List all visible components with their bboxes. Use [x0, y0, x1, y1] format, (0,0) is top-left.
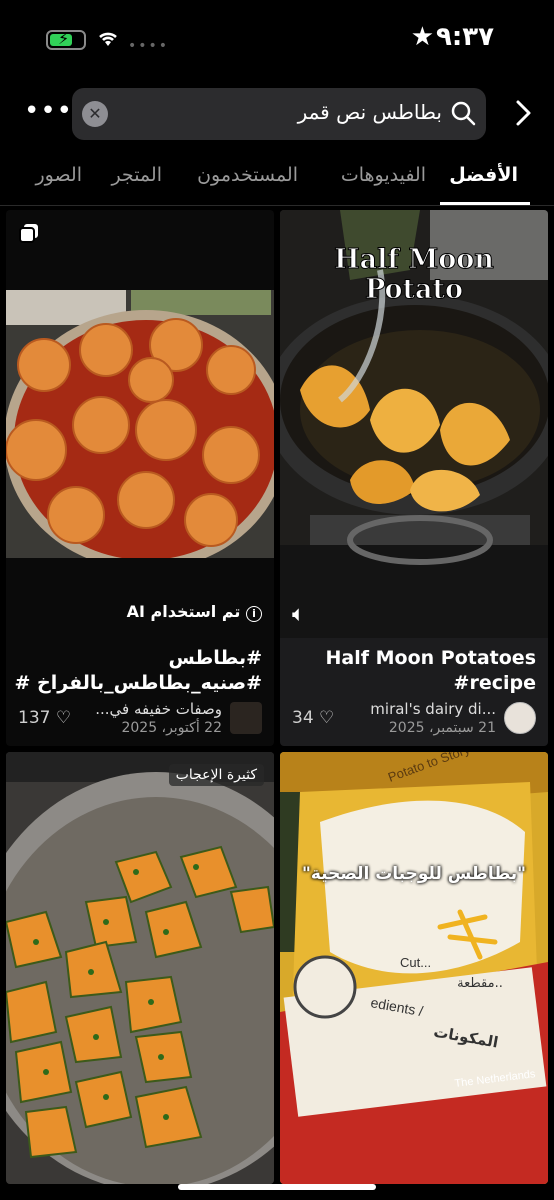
- thumbnail-title-line2: Potato: [365, 274, 463, 305]
- info-icon: i: [246, 606, 262, 622]
- post-date: 21 سبتمبر، 2025: [388, 720, 496, 736]
- tab-photos[interactable]: الصور: [35, 164, 82, 186]
- more-options-button[interactable]: •••: [24, 96, 73, 126]
- card-title-line2: #recipe: [453, 672, 536, 694]
- like-count[interactable]: 34 ♡: [292, 708, 334, 728]
- carousel-icon: [19, 224, 38, 243]
- signal-icon: ••••: [128, 38, 170, 54]
- author-name[interactable]: miral's dairy di...: [360, 700, 496, 718]
- tab-top[interactable]: الأفضل: [449, 164, 518, 186]
- card-title-line1: Half Moon Potatoes: [325, 647, 536, 669]
- post-date: 22 أكتوبر، 2025: [121, 720, 222, 736]
- video-card[interactable]: Potato to Story Cut... مقطعة.. edients /…: [280, 752, 548, 1184]
- like-count[interactable]: 137 ♡: [18, 708, 71, 728]
- author-name[interactable]: وصفات خفيفه في...: [86, 700, 222, 718]
- wifi-icon: [96, 28, 120, 53]
- video-thumbnail: [6, 752, 274, 1184]
- video-thumbnail: Half Moon Potato: [280, 210, 548, 638]
- search-tabs: الأفضل الفيديوهات المستخدمون المتجر الصو…: [0, 160, 554, 206]
- chevron-right-icon[interactable]: [510, 96, 536, 130]
- video-thumbnail: Potato to Story Cut... مقطعة.. edients /…: [280, 752, 548, 1184]
- video-card[interactable]: Half Moon Potato 🔈︎ Half Moon Potatoes #…: [280, 210, 548, 746]
- author-avatar[interactable]: [504, 702, 536, 734]
- video-card[interactable]: i تم استخدام AI #بطاطس #صنيه_بطاطس_بالفر…: [6, 210, 274, 746]
- video-caption: "بطاطس للوجبات الصحية": [301, 864, 527, 884]
- status-time: ٩:٣٧: [435, 22, 494, 52]
- ai-generated-label: i تم استخدام AI: [127, 602, 262, 622]
- heart-icon: ♡: [319, 708, 335, 728]
- search-box[interactable]: ✕ بطاطس نص قمر: [72, 88, 486, 140]
- like-count-value: 137: [18, 708, 51, 728]
- home-indicator[interactable]: [178, 1184, 376, 1190]
- clear-search-icon[interactable]: ✕: [82, 101, 108, 127]
- tab-users[interactable]: المستخدمون: [197, 164, 298, 186]
- active-tab-indicator: [440, 202, 530, 205]
- tab-videos[interactable]: الفيديوهات: [341, 164, 426, 186]
- author-avatar[interactable]: [230, 702, 262, 734]
- ai-label-text: تم استخدام AI: [126, 602, 241, 621]
- muted-speaker-icon[interactable]: 🔈︎: [292, 602, 305, 627]
- photo-thumbnail: [6, 290, 274, 558]
- search-icon: [451, 101, 476, 126]
- package-cut-label: Cut...: [400, 955, 431, 970]
- tab-shop[interactable]: المتجر: [111, 164, 162, 186]
- battery-icon: ⚡: [46, 29, 86, 50]
- star-icon: ★: [410, 22, 434, 52]
- like-count-value: 34: [292, 708, 314, 728]
- heart-icon: ♡: [55, 708, 72, 728]
- search-input[interactable]: بطاطس نص قمر: [298, 100, 442, 124]
- card-title-line1: #بطاطس: [168, 647, 262, 669]
- status-bar: ⚡ •••• ★ ٩:٣٧: [0, 0, 554, 80]
- package-cut-label-ar: مقطعة..: [457, 976, 503, 991]
- search-header: ••• ✕ بطاطس نص قمر: [0, 88, 554, 140]
- video-card[interactable]: كثيرة الإعجاب: [6, 752, 274, 1184]
- popular-badge: كثيرة الإعجاب: [168, 764, 264, 786]
- card-title-line2: #صنيه_بطاطس_بالفراخ #ا...: [14, 672, 262, 694]
- thumbnail-title-line1: Half Moon: [334, 244, 494, 275]
